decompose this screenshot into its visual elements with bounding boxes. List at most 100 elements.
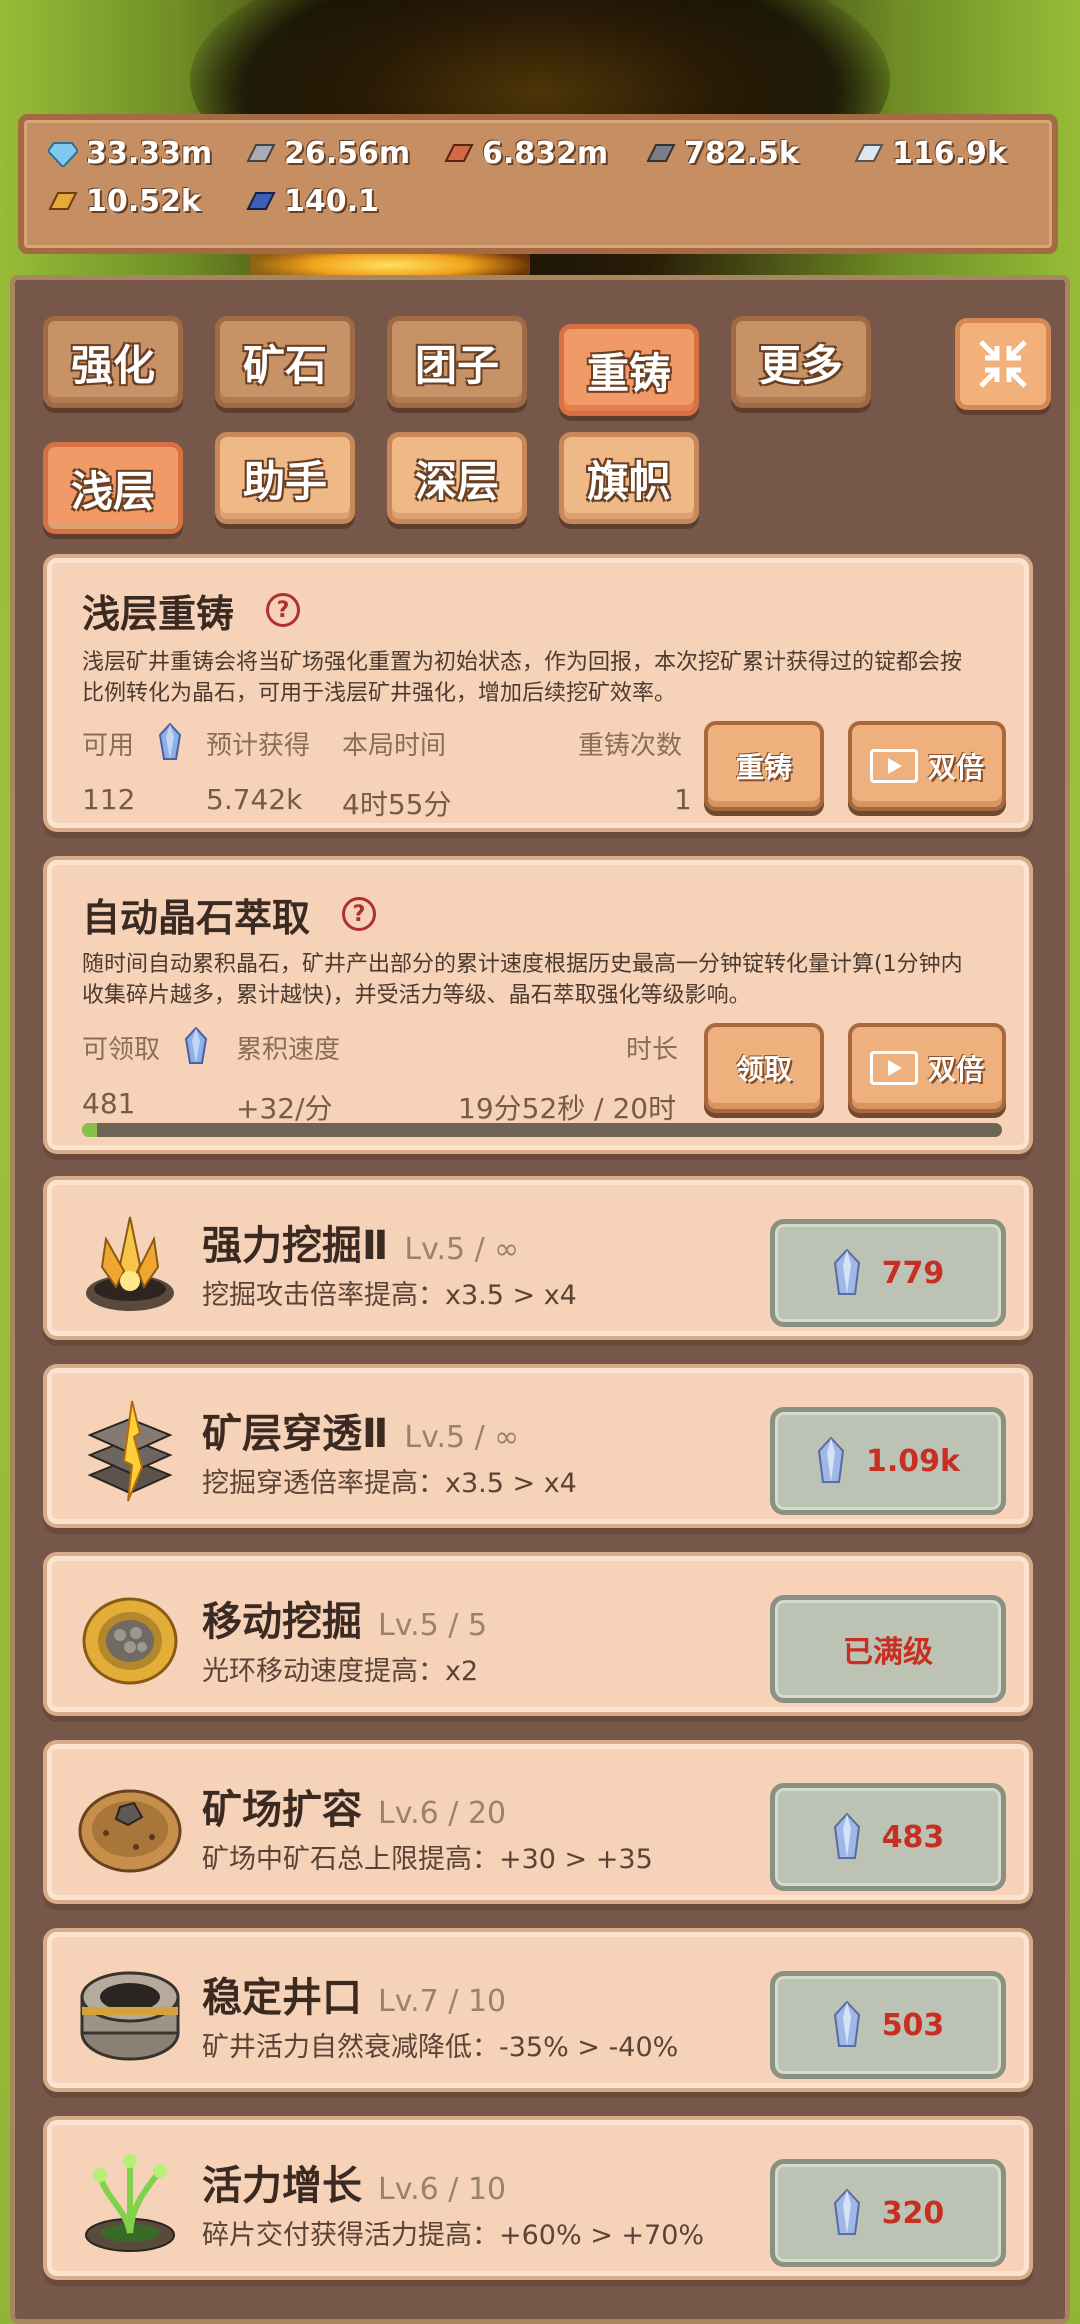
stone-layers-icon xyxy=(76,1397,184,1505)
label-duration: 时长 xyxy=(626,1035,679,1065)
label-rate: 累积速度 xyxy=(236,1035,341,1065)
extract-progress-fill xyxy=(82,1123,98,1137)
time-value: 4时55分 xyxy=(342,788,452,821)
resource-bar: 33.33m 26.56m 6.832m 782.5k 116.9k 10.52… xyxy=(18,114,1058,254)
upgrade-name: 矿层穿透Ⅱ Lv.5 / ∞ xyxy=(202,1411,520,1457)
extract-double-button[interactable]: 双倍 xyxy=(848,1023,1006,1113)
rate-value: +32/分 xyxy=(236,1092,333,1125)
upgrade-card: 活力增长 Lv.6 / 10 碎片交付获得活力提高：+60% > +70% 320 xyxy=(47,2120,1029,2276)
subtab-shallow[interactable]: 浅层 xyxy=(43,442,183,534)
extract-title: 自动晶石萃取 xyxy=(82,896,311,940)
reforge-button[interactable]: 重铸 xyxy=(704,721,824,811)
claimable-value: 481 xyxy=(82,1087,136,1120)
iron-ingot-icon xyxy=(246,143,276,162)
extract-progress-bar xyxy=(82,1123,1002,1137)
subtab-helper[interactable]: 助手 xyxy=(215,432,355,524)
reforge-title: 浅层重铸 xyxy=(82,592,235,636)
reforge-double-button[interactable]: 双倍 xyxy=(848,721,1006,811)
reforge-card: 浅层重铸 ? 浅层矿井重铸会将当矿场强化重置为初始状态，作为回报，本次挖矿累计获… xyxy=(47,558,1029,828)
upgrade-level: Lv.5 / ∞ xyxy=(404,1232,520,1267)
label-available: 可用 xyxy=(82,731,135,761)
upgrade-card: 移动挖掘 Lv.5 / 5 光环移动速度提高：x2 已满级 xyxy=(47,1556,1029,1712)
green-sprout-icon xyxy=(76,2149,184,2257)
claim-button[interactable]: 领取 xyxy=(704,1023,824,1113)
expected-value: 5.742k xyxy=(206,783,303,816)
main-panel: 强化 矿石 团子 重铸 更多 浅层 助手 深层 旗帜 浅层重铸 ? 浅层矿井重铸… xyxy=(10,275,1070,2324)
upgrade-level: Lv.7 / 10 xyxy=(378,1984,507,2019)
label-time: 本局时间 xyxy=(342,731,447,761)
reforge-help-icon[interactable]: ? xyxy=(266,593,300,627)
silver-ingot-icon xyxy=(854,143,884,162)
upgrade-cost-button[interactable]: 503 xyxy=(770,1971,1006,2079)
upgrade-cost: 1.09k xyxy=(866,1443,960,1479)
upgrade-name: 移动挖掘 Lv.5 / 5 xyxy=(202,1599,488,1645)
maxed-badge: 已满级 xyxy=(770,1595,1006,1703)
available-value: 112 xyxy=(82,783,136,816)
upgrade-card: 稳定井口 Lv.7 / 10 矿井活力自然衰减降低：-35% > -40% 503 xyxy=(47,1932,1029,2088)
resource-diamond: 33.33m xyxy=(48,136,212,171)
upgrade-cost: 503 xyxy=(881,2007,945,2043)
duration-value: 19分52秒 / 20时 xyxy=(458,1092,677,1125)
label-claimable: 可领取 xyxy=(82,1035,161,1065)
resource-silver: 116.9k xyxy=(854,136,1007,171)
upgrade-cost-button[interactable]: 779 xyxy=(770,1219,1006,1327)
upgrade-cost-button[interactable]: 320 xyxy=(770,2159,1006,2267)
blue-ingot-icon xyxy=(246,191,276,210)
extract-help-icon[interactable]: ? xyxy=(342,897,376,931)
subtab-deep[interactable]: 深层 xyxy=(387,432,527,524)
fire-crystal-icon xyxy=(76,1209,184,1317)
crystal-icon xyxy=(817,1436,845,1483)
tab-more[interactable]: 更多 xyxy=(731,316,871,408)
crystal-icon xyxy=(833,2188,860,2235)
crystal-icon xyxy=(833,2000,860,2047)
tab-enhance[interactable]: 强化 xyxy=(43,316,183,408)
crystal-icon xyxy=(833,1248,860,1295)
upgrade-description: 碎片交付获得活力提高：+60% > +70% xyxy=(202,2220,705,2251)
upgrade-level: Lv.6 / 20 xyxy=(378,1796,507,1831)
video-icon xyxy=(869,1051,918,1085)
golden-disc-icon xyxy=(76,1585,184,1693)
upgrade-cost-button[interactable]: 483 xyxy=(770,1783,1006,1891)
upgrade-description: 矿井活力自然衰减降低：-35% > -40% xyxy=(202,2032,679,2063)
upgrade-cost: 320 xyxy=(881,2195,945,2231)
upgrade-description: 光环移动速度提高：x2 xyxy=(202,1656,479,1687)
dark-ingot-icon xyxy=(646,143,676,162)
collapse-button[interactable] xyxy=(955,318,1051,410)
upgrade-name: 稳定井口 Lv.7 / 10 xyxy=(202,1975,507,2021)
upgrade-description: 挖掘攻击倍率提高：x3.5 > x4 xyxy=(202,1280,577,1311)
crystal-icon xyxy=(158,723,182,760)
crystal-icon xyxy=(184,1027,208,1064)
reforge-description: 浅层矿井重铸会将当矿场强化重置为初始状态，作为回报，本次挖矿累计获得过的锭都会按… xyxy=(82,650,963,706)
resource-copper: 6.832m xyxy=(444,136,608,171)
extract-card: 自动晶石萃取 ? 随时间自动累积晶石，矿井产出部分的累计速度根据历史最高一分钟锭… xyxy=(47,860,1029,1150)
upgrade-name: 强力挖掘Ⅱ Lv.5 / ∞ xyxy=(202,1223,520,1269)
video-icon xyxy=(869,749,918,783)
upgrade-cost: 已满级 xyxy=(843,1635,933,1670)
upgrade-level: Lv.5 / ∞ xyxy=(404,1420,520,1455)
label-count: 重铸次数 xyxy=(578,731,683,761)
upgrade-card: 强力挖掘Ⅱ Lv.5 / ∞ 挖掘攻击倍率提高：x3.5 > x4 779 xyxy=(47,1180,1029,1336)
tab-reforge[interactable]: 重铸 xyxy=(559,324,699,416)
upgrade-description: 挖掘穿透倍率提高：x3.5 > x4 xyxy=(202,1468,577,1499)
collapse-arrows-icon xyxy=(979,340,1027,388)
crystal-icon xyxy=(833,1812,860,1859)
gold-ingot-icon xyxy=(48,191,78,210)
label-expected: 预计获得 xyxy=(206,731,311,761)
resource-iron: 26.56m xyxy=(246,136,410,171)
upgrade-cost-button[interactable]: 1.09k xyxy=(770,1407,1006,1515)
count-value: 1 xyxy=(674,783,692,816)
subtab-flag[interactable]: 旗帜 xyxy=(559,432,699,524)
upgrade-level: Lv.6 / 10 xyxy=(378,2172,507,2207)
tab-dango[interactable]: 团子 xyxy=(387,316,527,408)
tab-ore[interactable]: 矿石 xyxy=(215,316,355,408)
upgrade-name: 活力增长 Lv.6 / 10 xyxy=(202,2163,507,2209)
upgrade-name: 矿场扩容 Lv.6 / 20 xyxy=(202,1787,507,1833)
upgrade-card: 矿层穿透Ⅱ Lv.5 / ∞ 挖掘穿透倍率提高：x3.5 > x4 1.09k xyxy=(47,1368,1029,1524)
upgrade-description: 矿场中矿石总上限提高：+30 > +35 xyxy=(202,1844,653,1875)
resource-blue: 140.1 xyxy=(246,184,379,219)
resource-dark: 782.5k xyxy=(646,136,799,171)
upgrade-cost: 779 xyxy=(881,1255,945,1291)
ore-field-icon xyxy=(76,1773,184,1881)
resource-gold: 10.52k xyxy=(48,184,201,219)
diamond-icon xyxy=(48,141,78,167)
